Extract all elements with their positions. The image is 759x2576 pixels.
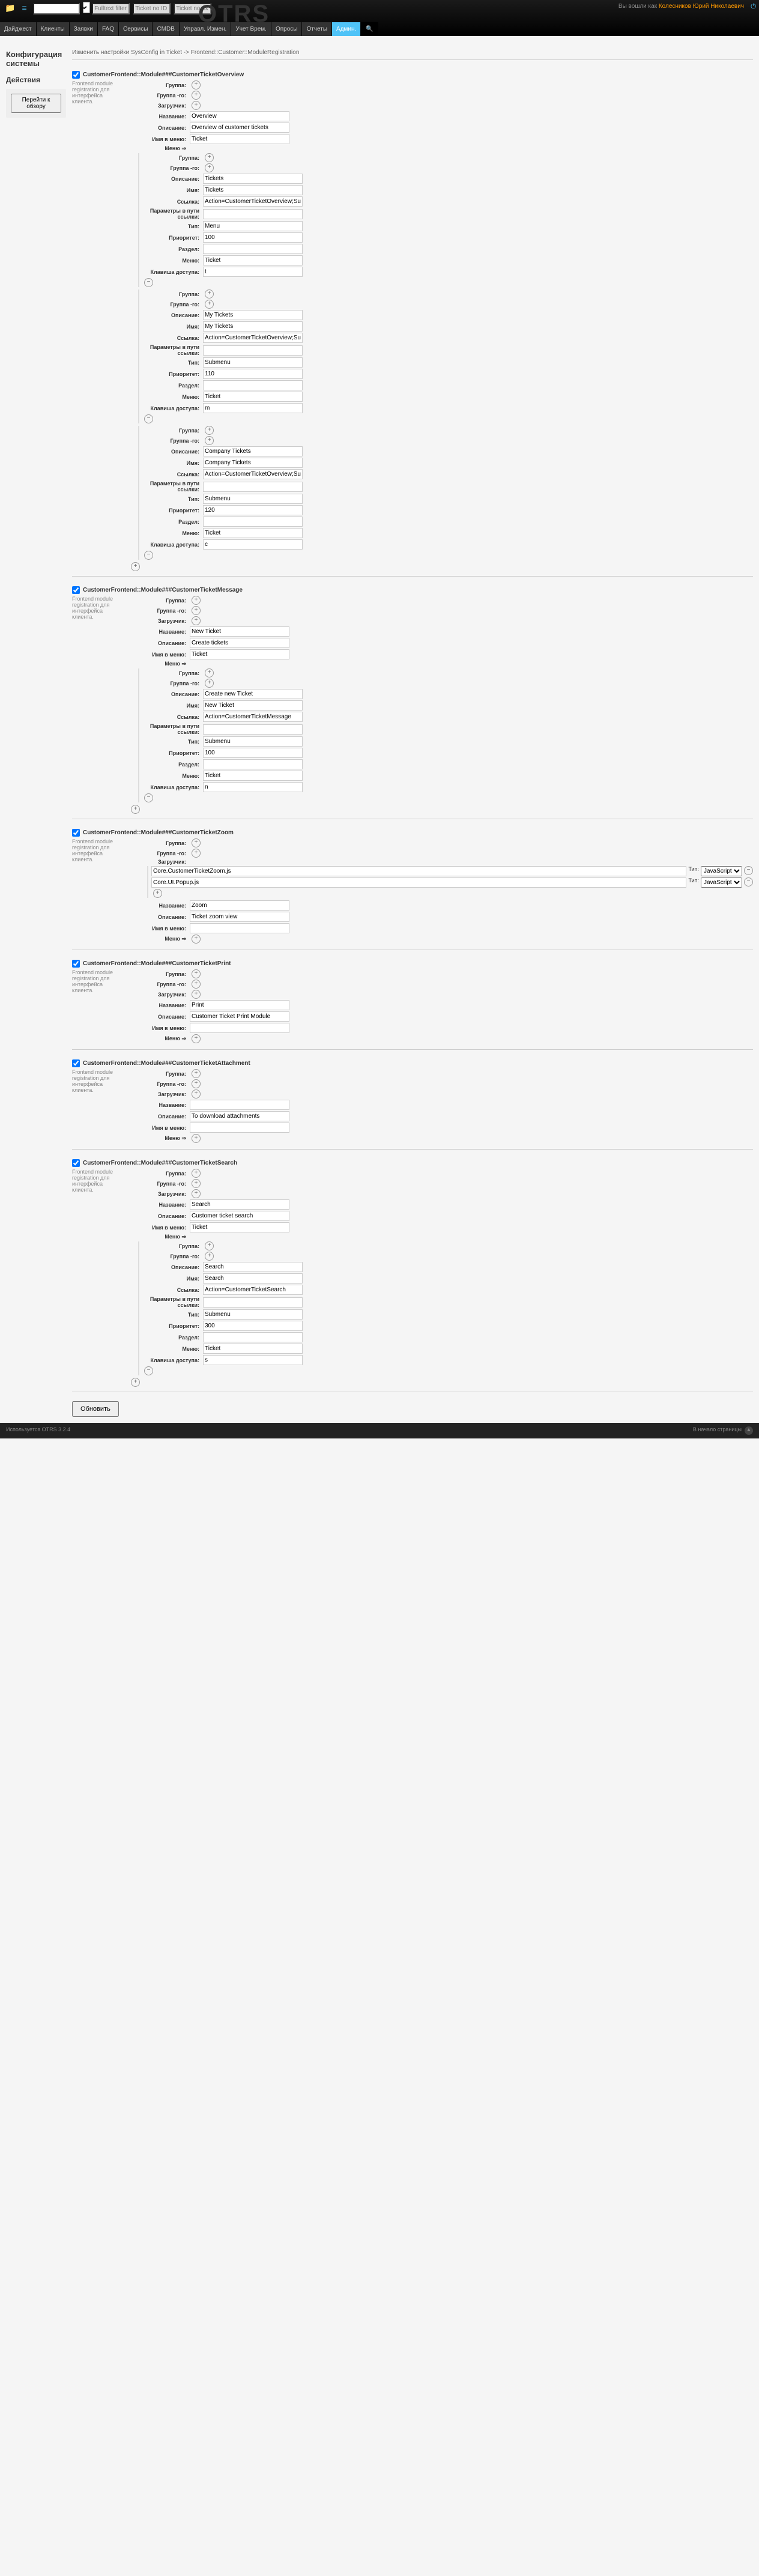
- setting-search: CustomerFrontend::Module###CustomerTicke…: [72, 1154, 753, 1392]
- nav-customers[interactable]: Клиенты: [37, 22, 69, 36]
- nav-dashboard[interactable]: Дайджест: [0, 22, 36, 36]
- nav-tickets[interactable]: Заявки: [70, 22, 97, 36]
- page-title: Конфигурация системы: [6, 50, 66, 68]
- main: Изменить настройки SysConfig in Ticket -…: [72, 42, 753, 1417]
- search-ticket-id[interactable]: [133, 3, 171, 14]
- nav-cmdb[interactable]: CMDB: [153, 22, 178, 36]
- side-actions-title: Действия: [6, 76, 66, 84]
- list-icon[interactable]: ≡: [22, 3, 27, 13]
- nav-survey[interactable]: Опросы: [271, 22, 302, 36]
- s4-enable[interactable]: [72, 960, 80, 968]
- top-search: [33, 2, 213, 14]
- logout-icon[interactable]: ⏻: [751, 3, 756, 11]
- s3-enable[interactable]: [72, 829, 80, 837]
- s1-nav[interactable]: [190, 134, 289, 144]
- user-link[interactable]: Колесников Юрий Николаевич: [659, 3, 744, 10]
- submit-button[interactable]: Обновить: [72, 1401, 119, 1417]
- search-dd[interactable]: [83, 2, 90, 13]
- main-nav: ДайджестКлиентыЗаявкиFAQСервисыCMDBУправ…: [0, 22, 379, 36]
- s2-enable[interactable]: [72, 586, 80, 594]
- search-main[interactable]: [33, 3, 80, 14]
- s1-enable[interactable]: [72, 71, 80, 79]
- footer: Используется OTRS 3.2.4 В начало страниц…: [0, 1423, 759, 1438]
- s5-enable[interactable]: [72, 1059, 80, 1067]
- setting-overview: CustomerFrontend::Module###CustomerTicke…: [72, 66, 753, 577]
- setting-message: CustomerFrontend::Module###CustomerTicke…: [72, 581, 753, 819]
- s1-desc[interactable]: [190, 123, 289, 133]
- goto-overview-button[interactable]: Перейти к обзору: [11, 94, 61, 113]
- setting-attachment: CustomerFrontend::Module###CustomerTicke…: [72, 1055, 753, 1150]
- s1-name[interactable]: [190, 111, 289, 121]
- s6-enable[interactable]: [72, 1159, 80, 1167]
- scroll-top-icon[interactable]: ▲: [745, 1426, 753, 1435]
- nav-services[interactable]: Сервисы: [119, 22, 152, 36]
- remove-icon[interactable]: −: [144, 278, 153, 287]
- folder-icon[interactable]: 📁: [5, 3, 15, 13]
- add-icon[interactable]: +: [192, 91, 201, 100]
- topbar: 📁 ≡ ! 📞 OTRS Вы вошли как Колесников Юри…: [0, 0, 759, 36]
- search-fulltext[interactable]: [92, 3, 130, 14]
- user-info: Вы вошли как Колесников Юрий Николаевич: [618, 3, 744, 10]
- setting-print: CustomerFrontend::Module###CustomerTicke…: [72, 955, 753, 1050]
- sidebar: Конфигурация системы Действия Перейти к …: [6, 42, 66, 1417]
- nav-change[interactable]: Управл. Измен.: [180, 22, 231, 36]
- nav-reports[interactable]: Отчеты: [302, 22, 331, 36]
- add-icon[interactable]: +: [192, 101, 201, 110]
- add-icon[interactable]: +: [192, 80, 201, 89]
- nav-faq[interactable]: FAQ: [98, 22, 118, 36]
- nav-admin[interactable]: Админ.: [332, 22, 360, 36]
- setting-zoom: CustomerFrontend::Module###CustomerTicke…: [72, 824, 753, 950]
- nav-time[interactable]: Учет Врем.: [231, 22, 271, 36]
- breadcrumb: Изменить настройки SysConfig in Ticket -…: [72, 49, 753, 60]
- nav-search-icon[interactable]: 🔍: [361, 22, 378, 36]
